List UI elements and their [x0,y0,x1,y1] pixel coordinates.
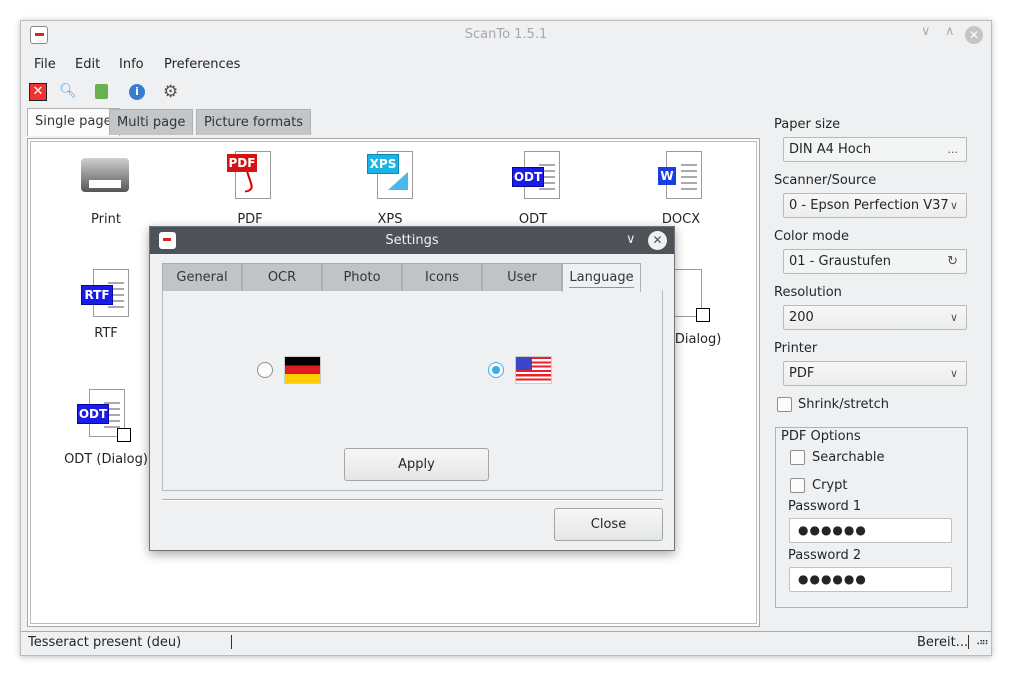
tab-language[interactable]: Language [562,263,641,292]
app-icon [30,26,48,44]
resolution-label: Resolution [774,285,842,300]
german-flag-icon [284,356,321,384]
docx-label: DOCX [661,212,701,227]
resolution-select[interactable]: 200 ∨ [783,305,967,330]
docx-badge: W [658,167,676,185]
pdf-options-label: PDF Options [781,429,861,444]
resize-grip-icon[interactable]: ⠴⠶ [976,637,989,648]
odt-item[interactable]: ODT ODT [478,150,588,230]
close-button[interactable]: ✕ [965,26,983,44]
shrink-label: Shrink/stretch [798,397,890,412]
xps-label: XPS [377,212,403,227]
shrink-checkbox[interactable] [777,397,792,412]
odt-badge: ODT [512,167,544,187]
paper-size-value: DIN A4 Hoch [789,142,872,157]
printer-select[interactable]: PDF ∨ [783,361,967,386]
color-mode-field[interactable]: 01 - Graustufen ↻ [783,249,967,274]
odt-dialog-label: ODT (Dialog) [64,452,148,467]
tab-photo[interactable]: Photo [322,263,402,291]
searchable-label: Searchable [812,450,885,465]
tab-icons[interactable]: Icons [402,263,482,291]
pdf-label: PDF [237,212,263,227]
crypt-label: Crypt [812,478,848,493]
info-icon[interactable]: i [129,84,145,100]
more-button[interactable]: ... [948,138,959,161]
paper-size-label: Paper size [774,117,841,132]
rtf-label: RTF [94,326,118,341]
menu-info[interactable]: Info [119,57,144,72]
dialog-marker-icon [696,308,710,322]
printer-value: PDF [789,366,815,381]
pdf-item[interactable]: ⟆ PDF PDF [195,150,305,230]
radio-german[interactable] [257,362,273,378]
dialog-marker-icon [117,428,131,442]
rtf-badge: RTF [81,285,113,305]
dialog-minimize-button[interactable]: ∨ [626,232,636,247]
password1-label: Password 1 [788,499,862,514]
printer-label: Printer [774,341,818,356]
docx-item[interactable]: W DOCX [626,150,736,230]
tab-picture-formats[interactable]: Picture formats [196,109,311,135]
resolution-value: 200 [789,310,814,325]
xps-badge: XPS [367,154,399,174]
odt-dialog-badge: ODT [77,404,109,424]
dialog-divider [162,499,663,501]
password2-label: Password 2 [788,548,862,563]
password1-input[interactable]: ●●●●●● [789,518,952,543]
status-left: Tesseract present (deu) [28,635,182,650]
print-label: Print [91,212,121,227]
menu-edit[interactable]: Edit [75,57,100,72]
maximize-button[interactable]: ∧ [945,24,955,39]
radio-english[interactable] [488,362,504,378]
color-mode-label: Color mode [774,229,849,244]
menu-preferences[interactable]: Preferences [164,57,240,72]
tab-single-page[interactable]: Single page [27,108,120,136]
search-icon[interactable]: 🔍︎ [59,83,77,101]
tab-ocr[interactable]: OCR [242,263,322,291]
close-dialog-button[interactable]: Close [554,508,663,541]
pdf-badge: PDF [227,154,257,172]
scanner-value: 0 - Epson Perfection V37 [789,198,949,213]
crypt-checkbox[interactable] [790,478,805,493]
print-item[interactable]: Print [51,150,161,230]
tab-general[interactable]: General [162,263,242,291]
dialog-app-icon [159,232,176,249]
odt-dialog-item[interactable]: ODT ODT (Dialog) [51,388,161,468]
printer-icon [81,158,129,192]
us-flag-icon [515,356,552,384]
status-bar: Tesseract present (deu) Bereit... ⠴⠶ [21,631,991,655]
odt-label: ODT [518,212,548,227]
close-icon[interactable]: ✕ [29,83,47,101]
rtf-item[interactable]: RTF RTF [51,268,161,341]
chevron-down-icon: ∨ [949,199,958,212]
chevron-down-icon: ∨ [949,367,958,380]
refresh-icon[interactable]: ↻ [947,250,958,273]
paper-size-field[interactable]: DIN A4 Hoch... [783,137,967,162]
book-icon[interactable] [95,84,108,99]
searchable-checkbox[interactable] [790,450,805,465]
menu-file[interactable]: File [34,57,56,72]
xps-item[interactable]: XPS XPS [335,150,445,230]
scanner-select[interactable]: 0 - Epson Perfection V37 ∨ [783,193,967,218]
gear-icon[interactable]: ⚙ [163,83,181,101]
window-title: ScanTo 1.5.1 [464,27,548,42]
status-right: Bereit... [917,635,969,650]
scanner-label: Scanner/Source [774,173,877,188]
tab-user[interactable]: User [482,263,562,291]
tab-language-label: Language [569,270,634,288]
password2-input[interactable]: ●●●●●● [789,567,952,592]
settings-dialog: Settings ∨ ✕ General OCR Photo Icons Use… [149,226,675,551]
color-mode-value: 01 - Graustufen [789,254,892,269]
minimize-button[interactable]: ∨ [921,24,931,39]
dialog-title: Settings [150,227,674,254]
chevron-down-icon: ∨ [949,311,958,324]
apply-button[interactable]: Apply [344,448,489,481]
tab-multi-page[interactable]: Multi page [109,109,194,135]
dialog-close-button[interactable]: ✕ [648,231,667,250]
